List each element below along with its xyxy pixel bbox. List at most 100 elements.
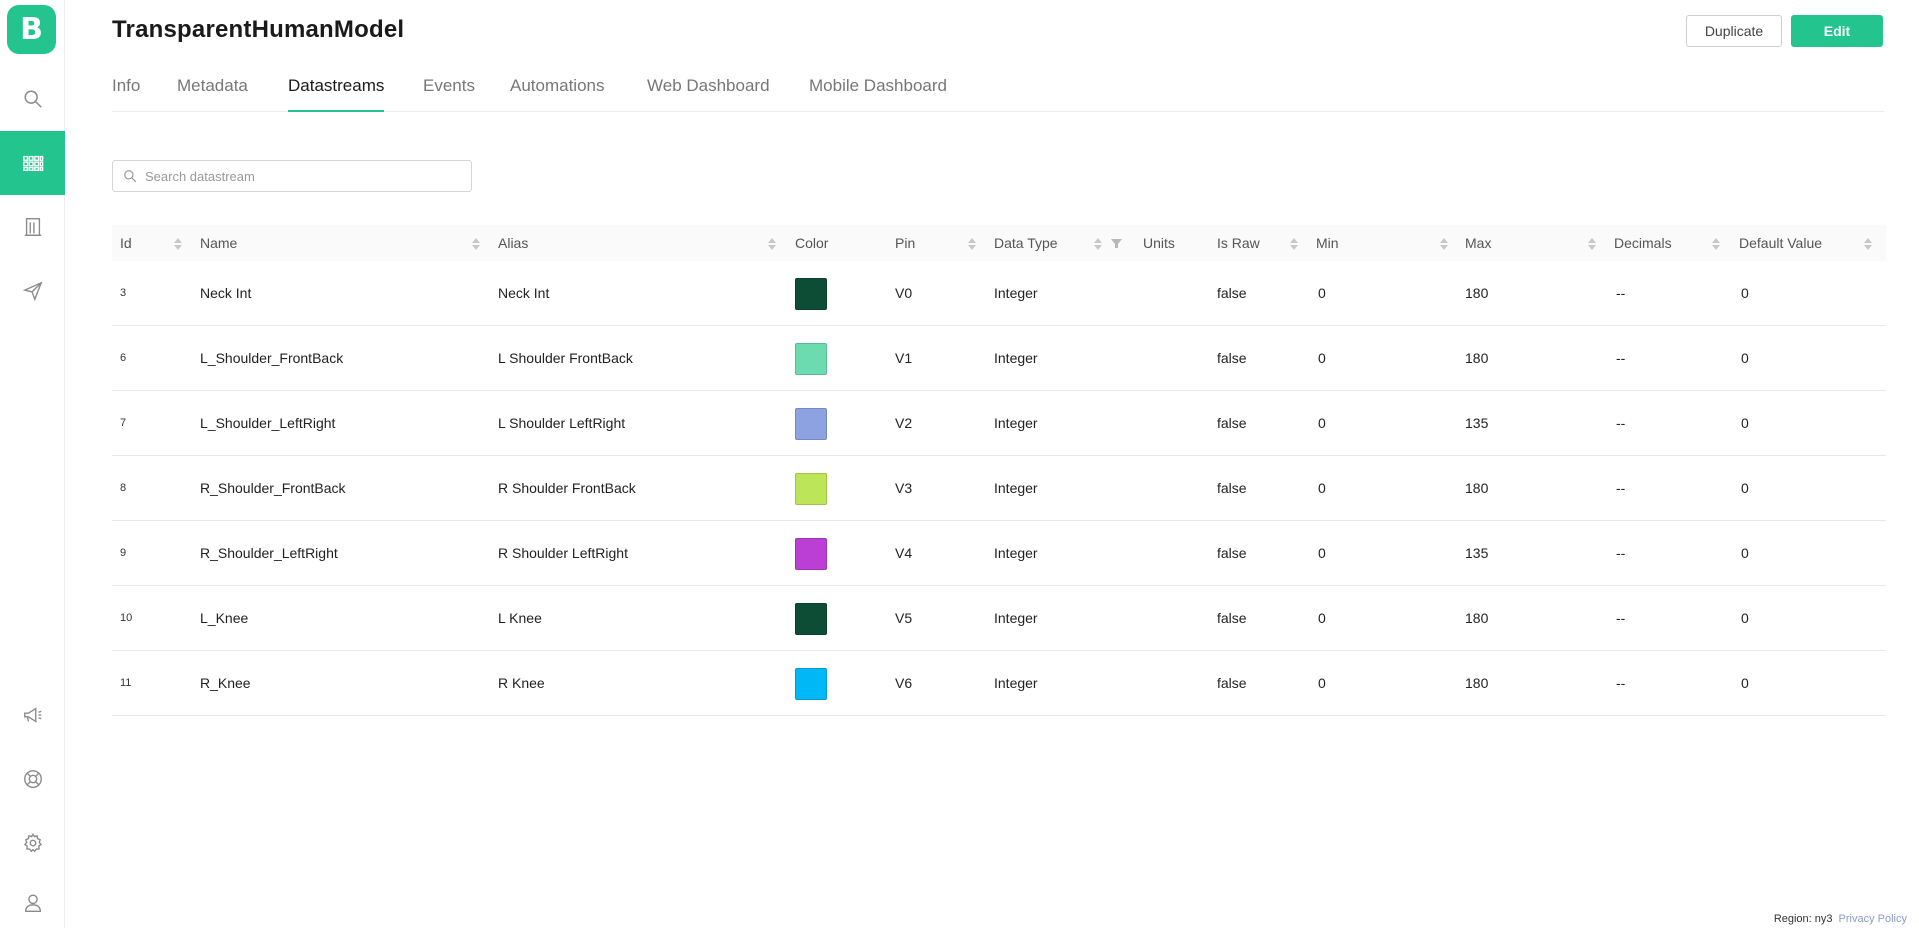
- table-row[interactable]: 10 L_Knee L Knee V5 Integer false 0 180 -- 0: [112, 586, 1886, 651]
- search-icon: [23, 90, 42, 108]
- table-row[interactable]: 8 R_Shoulder_FrontBack R Shoulder FrontBac…: [112, 456, 1886, 521]
- cell-default: 0: [1741, 610, 1749, 626]
- column-header-pin[interactable]: Pin: [895, 225, 915, 261]
- tab-metadata[interactable]: Metadata: [177, 76, 248, 112]
- sort-icon[interactable]: [1094, 238, 1102, 250]
- duplicate-button[interactable]: Duplicate: [1686, 15, 1782, 47]
- sort-icon[interactable]: [1712, 238, 1720, 250]
- search-input[interactable]: [145, 168, 445, 184]
- sidebar-item-announcements[interactable]: [0, 683, 65, 747]
- table-header: Id Name Alias Color Pin Data Type Units …: [112, 225, 1886, 261]
- table-row[interactable]: 11 R_Knee R Knee V6 Integer false 0 180 -- 0: [112, 651, 1886, 716]
- sidebar-item-settings[interactable]: [0, 811, 65, 875]
- cell-name: R_Knee: [200, 675, 251, 691]
- cell-max: 135: [1465, 545, 1489, 561]
- sort-icon[interactable]: [1290, 238, 1298, 250]
- sort-icon[interactable]: [1588, 238, 1596, 250]
- footer: Region: ny3 Privacy Policy: [1774, 913, 1907, 925]
- sort-icon[interactable]: [472, 238, 480, 250]
- cell-max: 180: [1465, 480, 1489, 496]
- user-icon: [24, 894, 41, 912]
- cell-min: 0: [1318, 480, 1326, 496]
- cell-alias: L Knee: [498, 610, 542, 626]
- cell-data-type: Integer: [994, 285, 1038, 301]
- column-header-name[interactable]: Name: [200, 225, 237, 261]
- sidebar-item-devices[interactable]: [0, 131, 65, 195]
- cell-decimals: --: [1616, 480, 1626, 496]
- sidebar-item-search[interactable]: [0, 67, 65, 131]
- cell-decimals: --: [1616, 675, 1626, 691]
- column-header-is-raw[interactable]: Is Raw: [1217, 225, 1260, 261]
- cell-decimals: --: [1616, 610, 1626, 626]
- color-swatch: [795, 473, 827, 505]
- cell-default: 0: [1741, 480, 1749, 496]
- lifebuoy-icon: [23, 770, 42, 788]
- cell-max: 180: [1465, 610, 1489, 626]
- cell-id: 9: [120, 547, 127, 559]
- cell-default: 0: [1741, 285, 1749, 301]
- sidebar-item-profile[interactable]: [0, 871, 65, 928]
- cell-min: 0: [1318, 545, 1326, 561]
- privacy-policy-link[interactable]: Privacy Policy: [1839, 913, 1907, 925]
- cell-pin: V3: [895, 480, 913, 496]
- cell-is-raw: false: [1217, 350, 1247, 366]
- cell-data-type: Integer: [994, 415, 1038, 431]
- cell-name: R_Shoulder_LeftRight: [200, 545, 338, 561]
- blynk-logo[interactable]: B: [7, 5, 56, 54]
- table-row[interactable]: 9 R_Shoulder_LeftRight R Shoulder LeftRigh…: [112, 521, 1886, 586]
- edit-button[interactable]: Edit: [1791, 15, 1883, 47]
- cell-is-raw: false: [1217, 480, 1247, 496]
- cell-pin: V1: [895, 350, 913, 366]
- grid-icon: [22, 155, 43, 172]
- column-header-alias[interactable]: Alias: [498, 225, 528, 261]
- column-header-min[interactable]: Min: [1316, 225, 1339, 261]
- cell-max: 180: [1465, 285, 1489, 301]
- table-row[interactable]: 3 Neck Int Neck Int V0 Integer false 0 180 -- 0: [112, 261, 1886, 326]
- color-swatch: [795, 538, 827, 570]
- tab-bar: Info Metadata Datastreams Events Automat…: [112, 76, 1884, 112]
- color-swatch: [795, 343, 827, 375]
- building-icon: [24, 218, 41, 236]
- page-title: TransparentHumanModel: [112, 16, 405, 43]
- cell-default: 0: [1741, 545, 1749, 561]
- column-header-data-type[interactable]: Data Type: [994, 225, 1058, 261]
- color-swatch: [795, 278, 827, 310]
- tab-info[interactable]: Info: [112, 76, 140, 112]
- cell-pin: V2: [895, 415, 913, 431]
- sort-icon[interactable]: [1864, 238, 1872, 250]
- gear-icon: [23, 832, 42, 853]
- cell-name: Neck Int: [200, 285, 252, 301]
- cell-alias: R Knee: [498, 675, 545, 691]
- tab-events[interactable]: Events: [423, 76, 475, 112]
- column-header-max[interactable]: Max: [1465, 225, 1491, 261]
- sidebar-item-organizations[interactable]: [0, 195, 65, 259]
- tab-web-dashboard[interactable]: Web Dashboard: [647, 76, 770, 112]
- column-header-id[interactable]: Id: [120, 225, 132, 261]
- sort-icon[interactable]: [768, 238, 776, 250]
- column-header-units: Units: [1143, 235, 1175, 251]
- cell-max: 180: [1465, 675, 1489, 691]
- filter-icon[interactable]: [1111, 238, 1122, 249]
- tab-datastreams[interactable]: Datastreams: [288, 76, 385, 112]
- tab-automations[interactable]: Automations: [510, 76, 605, 112]
- cell-is-raw: false: [1217, 415, 1247, 431]
- column-header-decimals[interactable]: Decimals: [1614, 225, 1672, 261]
- cell-max: 135: [1465, 415, 1489, 431]
- cell-pin: V0: [895, 285, 913, 301]
- tab-mobile-dashboard[interactable]: Mobile Dashboard: [809, 76, 947, 112]
- sort-icon[interactable]: [174, 238, 182, 250]
- sidebar-item-help[interactable]: [0, 747, 65, 811]
- color-swatch: [795, 408, 827, 440]
- sort-icon[interactable]: [968, 238, 976, 250]
- cell-data-type: Integer: [994, 480, 1038, 496]
- table-row[interactable]: 6 L_Shoulder_FrontBack L Shoulder FrontBac…: [112, 326, 1886, 391]
- cell-id: 6: [120, 352, 127, 364]
- cell-is-raw: false: [1217, 545, 1247, 561]
- table-row[interactable]: 7 L_Shoulder_LeftRight L Shoulder LeftRigh…: [112, 391, 1886, 456]
- cell-max: 180: [1465, 350, 1489, 366]
- sidebar-item-messages[interactable]: [0, 259, 65, 323]
- sort-icon[interactable]: [1440, 238, 1448, 250]
- megaphone-icon: [23, 707, 41, 723]
- column-header-default-value[interactable]: Default Value: [1739, 225, 1822, 261]
- cell-id: 7: [120, 417, 127, 429]
